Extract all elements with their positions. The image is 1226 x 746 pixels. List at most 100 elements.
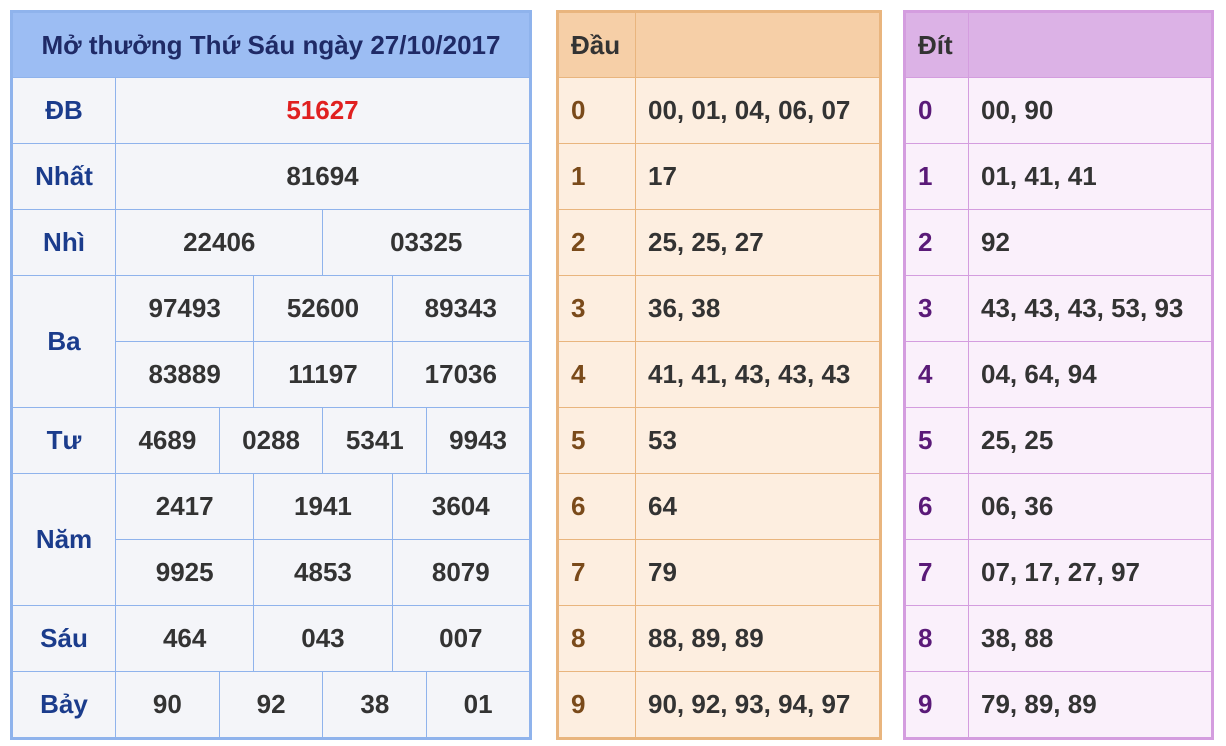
prize-row-bay: Bảy 90 92 38 01 <box>11 671 531 739</box>
dit-values: 25, 25 <box>968 407 1213 474</box>
dau-values: 88, 89, 89 <box>635 605 881 672</box>
prize-value: 9943 <box>426 407 531 474</box>
dau-row: 7 79 <box>557 539 881 606</box>
dit-row: 4 04, 64, 94 <box>904 341 1213 408</box>
dit-row: 6 06, 36 <box>904 473 1213 540</box>
dit-row: 3 43, 43, 43, 53, 93 <box>904 275 1213 342</box>
dau-key: 5 <box>557 407 636 474</box>
dit-key: 6 <box>904 473 969 540</box>
prize-value: 92 <box>218 671 324 739</box>
prize-value: 4853 <box>253 539 393 606</box>
results-title: Mở thưởng Thứ Sáu ngày 27/10/2017 <box>11 11 531 78</box>
dit-key: 8 <box>904 605 969 672</box>
dau-values: 17 <box>635 143 881 210</box>
prize-label-sau: Sáu <box>11 605 116 672</box>
dau-key: 0 <box>557 77 636 144</box>
results-table: Mở thưởng Thứ Sáu ngày 27/10/2017 ĐB 516… <box>10 10 532 740</box>
dit-key: 4 <box>904 341 969 408</box>
dau-header-blank <box>635 11 881 78</box>
dau-values: 64 <box>635 473 881 540</box>
dit-row: 2 92 <box>904 209 1213 276</box>
dit-values: 38, 88 <box>968 605 1213 672</box>
dau-key: 3 <box>557 275 636 342</box>
dit-values: 79, 89, 89 <box>968 671 1213 739</box>
dau-row: 2 25, 25, 27 <box>557 209 881 276</box>
dit-key: 1 <box>904 143 969 210</box>
dau-key: 6 <box>557 473 636 540</box>
prize-value: 043 <box>253 605 393 672</box>
prize-value: 97493 <box>114 275 255 342</box>
prize-row-db: ĐB 51627 <box>11 77 531 144</box>
prize-row-ba: Ba 97493 52600 89343 <box>11 275 532 408</box>
dau-values: 79 <box>635 539 881 606</box>
prize-row-nhat: Nhất 81694 <box>11 143 531 210</box>
dit-values: 43, 43, 43, 53, 93 <box>968 275 1213 342</box>
prize-value: 4689 <box>115 407 220 474</box>
dau-row: 6 64 <box>557 473 881 540</box>
dit-row: 7 07, 17, 27, 97 <box>904 539 1213 606</box>
prize-value: 81694 <box>115 143 531 210</box>
dau-key: 8 <box>557 605 636 672</box>
prize-label-nhi: Nhì <box>11 209 116 276</box>
dau-row: 3 36, 38 <box>557 275 881 342</box>
dau-key: 2 <box>557 209 636 276</box>
prize-value: 11197 <box>253 341 393 408</box>
dit-values: 01, 41, 41 <box>968 143 1213 210</box>
prize-label-bay: Bảy <box>11 671 116 739</box>
dit-values: 00, 90 <box>968 77 1213 144</box>
dau-row: 4 41, 41, 43, 43, 43 <box>557 341 881 408</box>
dau-values: 00, 01, 04, 06, 07 <box>635 77 881 144</box>
dit-row: 1 01, 41, 41 <box>904 143 1213 210</box>
prize-value: 464 <box>114 605 255 672</box>
dit-key: 2 <box>904 209 969 276</box>
dit-values: 92 <box>968 209 1213 276</box>
dit-row: 9 79, 89, 89 <box>904 671 1213 739</box>
dau-values: 90, 92, 93, 94, 97 <box>635 671 881 739</box>
dau-row: 1 17 <box>557 143 881 210</box>
prize-value: 83889 <box>114 341 255 408</box>
prize-value: 90 <box>115 671 220 739</box>
prize-value: 2417 <box>114 473 255 540</box>
dit-key: 5 <box>904 407 969 474</box>
dau-values: 25, 25, 27 <box>635 209 881 276</box>
prize-value: 38 <box>322 671 428 739</box>
dit-table: Đít 0 00, 90 1 01, 41, 41 2 92 3 43, 43, 43,… <box>903 10 1214 740</box>
dit-values: 06, 36 <box>968 473 1213 540</box>
dit-key: 7 <box>904 539 969 606</box>
dit-key: 9 <box>904 671 969 739</box>
prize-label-tu: Tư <box>11 407 116 474</box>
prize-row-sau: Sáu 464 043 007 <box>11 605 532 672</box>
dit-key: 0 <box>904 77 969 144</box>
dau-key: 1 <box>557 143 636 210</box>
dau-header: Đầu <box>557 11 636 78</box>
dau-key: 7 <box>557 539 636 606</box>
prize-value: 0288 <box>218 407 324 474</box>
dau-values: 36, 38 <box>635 275 881 342</box>
prize-value: 5341 <box>322 407 428 474</box>
prize-value: 8079 <box>391 539 532 606</box>
dau-row: 0 00, 01, 04, 06, 07 <box>557 77 881 144</box>
dit-values: 04, 64, 94 <box>968 341 1213 408</box>
prize-value: 01 <box>426 671 531 739</box>
dau-row: 9 90, 92, 93, 94, 97 <box>557 671 881 739</box>
dit-header-blank <box>968 11 1213 78</box>
prize-label-ba: Ba <box>11 275 116 408</box>
prize-value: 51627 <box>115 77 531 144</box>
dau-key: 9 <box>557 671 636 739</box>
dau-values: 41, 41, 43, 43, 43 <box>635 341 881 408</box>
prize-label-nhat: Nhất <box>11 143 116 210</box>
prize-label-db: ĐB <box>11 77 116 144</box>
prize-value: 03325 <box>322 209 531 276</box>
dau-key: 4 <box>557 341 636 408</box>
dau-table: Đầu 0 00, 01, 04, 06, 07 1 17 2 25, 25, 27 … <box>556 10 882 740</box>
prize-label-nam: Năm <box>11 473 116 606</box>
prize-value: 007 <box>391 605 532 672</box>
prize-value: 22406 <box>114 209 324 276</box>
dau-row: 5 53 <box>557 407 881 474</box>
dit-row: 5 25, 25 <box>904 407 1213 474</box>
prize-value: 17036 <box>391 341 532 408</box>
dit-row: 0 00, 90 <box>904 77 1213 144</box>
prize-value: 1941 <box>253 473 393 540</box>
dau-values: 53 <box>635 407 881 474</box>
prize-value: 52600 <box>253 275 393 342</box>
